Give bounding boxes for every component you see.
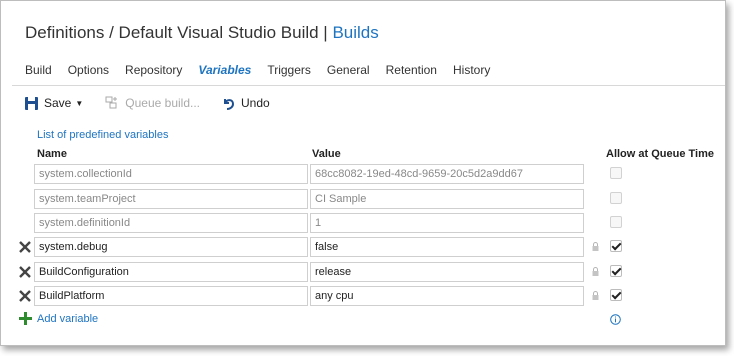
variable-name-field[interactable] [34,286,308,306]
variable-row [1,286,734,308]
variable-value-field[interactable] [310,262,584,282]
toolbar: Save ▼ Queue build... Undo [25,96,292,110]
allow-queue-time-checkbox[interactable] [610,265,622,277]
variable-value-field [310,164,584,184]
breadcrumb: Definitions / Default Visual Studio Buil… [25,23,328,42]
save-label: Save [44,96,72,110]
build-definition-panel: Definitions / Default Visual Studio Buil… [0,0,726,346]
allow-queue-time-checkbox[interactable] [610,240,622,252]
column-header-value: Value [312,148,341,160]
divider [12,85,725,86]
queue-build-icon [105,96,118,109]
plus-icon [19,312,32,325]
variable-value-field[interactable] [310,286,584,306]
undo-button[interactable]: Undo [222,96,270,110]
tab-general[interactable]: General [327,63,370,77]
delete-variable-icon[interactable] [18,265,32,279]
allow-queue-time-checkbox [610,216,622,228]
column-header-name: Name [37,148,67,160]
page-title: Definitions / Default Visual Studio Buil… [25,23,379,43]
lock-icon[interactable] [592,242,599,251]
allow-queue-time-checkbox [610,167,622,179]
variable-name-field[interactable] [34,262,308,282]
queue-build-button[interactable]: Queue build... [105,96,200,110]
variable-value-field[interactable] [310,237,584,257]
variable-row [1,237,734,259]
allow-queue-time-checkbox[interactable] [610,289,622,301]
save-icon [25,96,38,110]
undo-label: Undo [241,96,270,110]
info-icon[interactable] [610,314,621,325]
lock-icon[interactable] [592,291,599,300]
breadcrumb-current[interactable]: Builds [332,23,378,42]
add-variable-button[interactable]: Add variable [19,312,98,325]
variable-row [1,164,734,186]
lock-icon[interactable] [592,267,599,276]
tab-triggers[interactable]: Triggers [267,63,311,77]
tab-variables[interactable]: Variables [198,63,251,77]
tab-build[interactable]: Build [25,63,52,77]
column-header-allow: Allow at Queue Time [606,148,714,160]
queue-build-label: Queue build... [125,96,200,110]
tab-options[interactable]: Options [68,63,109,77]
delete-variable-icon[interactable] [18,289,32,303]
variable-row [1,213,734,235]
variable-name-field [34,213,308,233]
undo-icon [224,98,235,110]
tab-history[interactable]: History [453,63,490,77]
variable-name-field[interactable] [34,237,308,257]
delete-variable-icon[interactable] [18,240,32,254]
variable-name-field [34,189,308,209]
add-variable-label: Add variable [37,312,99,325]
tab-retention[interactable]: Retention [386,63,437,77]
tab-bar: Build Options Repository Variables Trigg… [25,63,506,77]
predefined-variables-link[interactable]: List of predefined variables [37,129,168,141]
chevron-down-icon[interactable]: ▼ [75,99,83,108]
allow-queue-time-checkbox [610,192,622,204]
variable-row [1,189,734,211]
tab-repository[interactable]: Repository [125,63,182,77]
variable-name-field [34,164,308,184]
variable-value-field [310,189,584,209]
save-button[interactable]: Save ▼ [25,96,83,110]
variable-row [1,262,734,284]
variable-value-field [310,213,584,233]
